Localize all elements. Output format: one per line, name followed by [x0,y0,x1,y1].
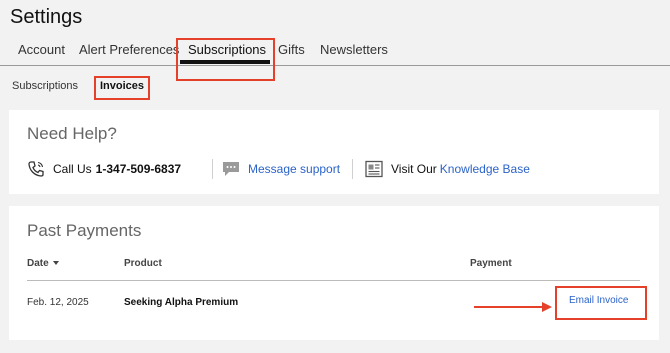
main-tabs: Account Alert Preferences Subscriptions … [0,36,670,66]
visit-our-label: Visit Our [391,162,437,176]
date-header-label: Date [27,258,49,269]
column-header-payment: Payment [470,258,512,269]
message-support-link[interactable]: Message support [248,162,340,176]
message-item: Message support [222,158,340,180]
annotation-box-subscriptions-tab [176,38,275,81]
column-header-product: Product [124,258,162,269]
row-date: Feb. 12, 2025 [27,297,89,308]
annotation-box-invoices-subtab [94,76,150,100]
column-header-date[interactable]: Date [27,258,60,269]
page-title: Settings [10,6,83,28]
tab-alert-preferences[interactable]: Alert Preferences [79,42,179,57]
knowledge-base-link[interactable]: Knowledge Base [440,162,530,176]
annotation-arrow [474,302,552,312]
header-divider [27,280,640,281]
sort-caret-icon [53,261,60,266]
help-title: Need Help? [27,124,117,143]
payments-title: Past Payments [27,221,142,240]
chat-icon [222,160,240,178]
help-card: Need Help? Call Us 1-347-509-6837 Messag… [9,110,659,194]
tab-account[interactable]: Account [18,42,65,57]
phone-number[interactable]: 1-347-509-6837 [96,162,181,176]
call-us-label: Call Us [53,162,92,176]
separator [352,159,353,179]
subtab-subscriptions[interactable]: Subscriptions [12,80,78,92]
call-item: Call Us 1-347-509-6837 [27,158,181,180]
phone-icon [27,160,45,178]
annotation-box-email-invoice [555,286,647,320]
tab-gifts[interactable]: Gifts [278,42,305,57]
knowledge-item: Visit Our Knowledge Base [365,158,530,180]
document-icon [365,160,383,178]
row-product: Seeking Alpha Premium [124,297,239,308]
separator [212,159,213,179]
help-row: Call Us 1-347-509-6837 Message support V… [27,158,647,180]
tab-newsletters[interactable]: Newsletters [320,42,388,57]
